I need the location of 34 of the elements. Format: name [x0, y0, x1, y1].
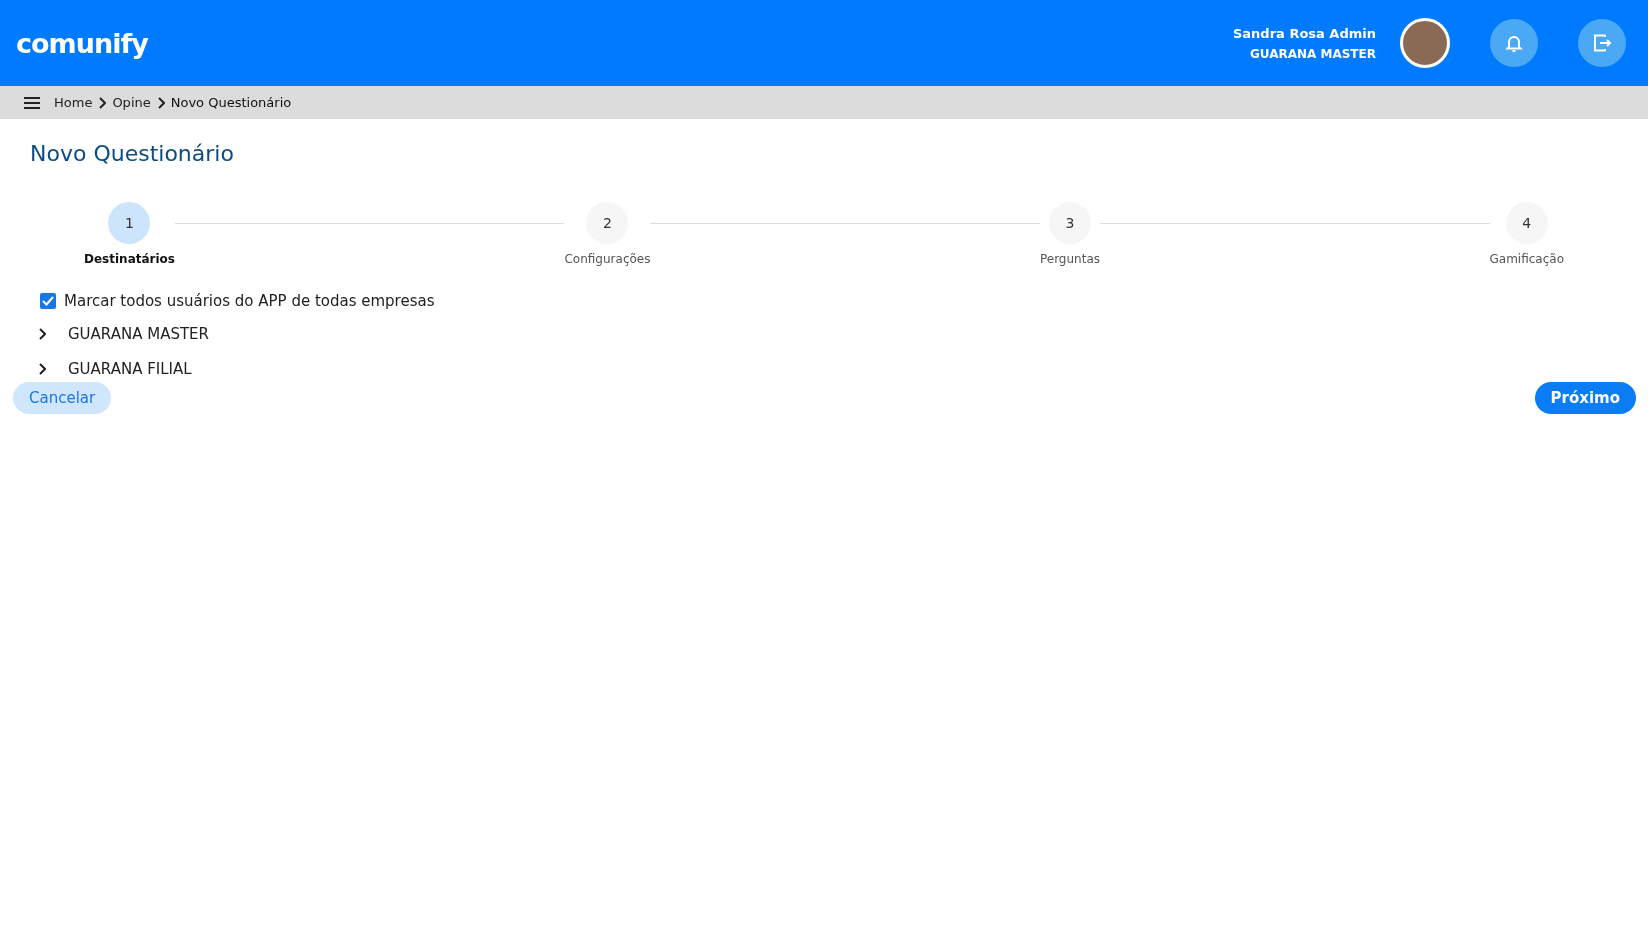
checkbox[interactable]	[40, 293, 56, 309]
checkbox-label: Marcar todos usuários do APP de todas empresas	[64, 292, 435, 310]
chevron-right-icon	[38, 362, 46, 375]
logout-button[interactable]	[1578, 19, 1626, 67]
avatar-photo[interactable]	[1400, 18, 1450, 68]
menu-icon	[24, 96, 40, 109]
step-label: Destinatários	[84, 252, 175, 266]
user-name: Sandra Rosa Admin	[1233, 25, 1376, 41]
step-circle[interactable]: 1	[108, 202, 151, 244]
breadcrumb-link[interactable]: Opine	[112, 95, 151, 110]
menu-button[interactable]	[24, 96, 40, 109]
chevron-right-icon	[156, 96, 165, 109]
bell-icon	[1504, 33, 1524, 53]
comunify-logo: comunify	[16, 27, 148, 59]
expand-toggle[interactable]	[38, 362, 46, 375]
cancel-button[interactable]: Cancelar	[13, 382, 112, 414]
step-label: Perguntas	[1039, 252, 1100, 266]
step-label: Gamificação	[1489, 252, 1564, 266]
chevron-right-icon	[38, 327, 46, 340]
breadcrumb-current: Novo Questionário	[170, 95, 292, 110]
logout-icon	[1592, 33, 1612, 53]
chevron-right-icon	[98, 96, 107, 109]
step-label: Configurações	[564, 252, 651, 266]
company-tree-item[interactable]: GUARANA FILIAL	[68, 359, 192, 378]
next-button[interactable]: Próximo	[1534, 382, 1636, 414]
company-name: GUARANA MASTER	[1249, 46, 1376, 61]
notifications-button[interactable]	[1490, 19, 1538, 67]
step-circle[interactable]: 2	[586, 202, 629, 244]
step-circle[interactable]: 4	[1505, 202, 1548, 244]
page-title: Novo Questionário	[30, 141, 235, 166]
step-circle[interactable]: 3	[1049, 202, 1091, 244]
company-tree-item[interactable]: GUARANA MASTER	[68, 324, 209, 343]
expand-toggle[interactable]	[38, 327, 46, 340]
breadcrumb-link[interactable]: Home	[54, 95, 93, 110]
